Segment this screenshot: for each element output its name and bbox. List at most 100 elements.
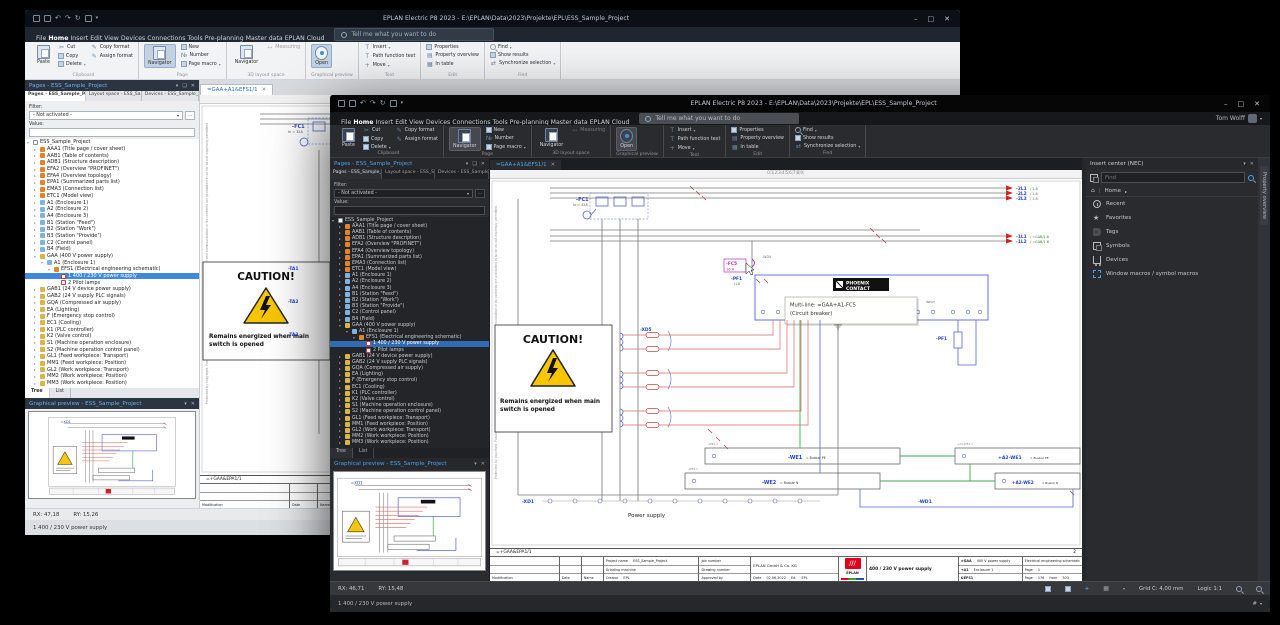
panel-dropdown-icon[interactable]: ▾	[474, 461, 477, 467]
expand-icon[interactable]	[34, 167, 39, 172]
expand-icon[interactable]	[346, 329, 351, 334]
tree-item[interactable]: EFA4 (Overview topology)	[25, 172, 199, 179]
insert-center-item[interactable]: Symbols	[1086, 239, 1258, 253]
tree-item[interactable]: GAA (400 V power supply)	[25, 253, 199, 260]
tree-item[interactable]: ADB1 (Structure description)	[25, 159, 199, 166]
tab-pages[interactable]: Pages - ESS_Sample_P...	[25, 91, 86, 101]
tree-item[interactable]: EC1 (Cooling)	[25, 320, 199, 327]
expand-icon[interactable]	[34, 354, 39, 359]
expand-icon[interactable]	[339, 317, 344, 322]
tree-item[interactable]: K2 (Valve control)	[25, 333, 199, 340]
panel-dropdown-icon[interactable]: ▾	[184, 401, 187, 407]
expand-icon[interactable]	[34, 153, 39, 158]
filter-value-input[interactable]	[29, 128, 195, 137]
tree-item[interactable]: GQA (Compressed air supply)	[25, 300, 199, 307]
tell-me-search[interactable]: Tell me what you want to do	[639, 113, 799, 124]
paste-button[interactable]: Paste	[339, 127, 358, 149]
chevron-down-icon[interactable]: ▾	[1260, 601, 1262, 606]
panel-close-icon[interactable]: ✕	[481, 461, 485, 467]
page-macro-button[interactable]: Page macro▾	[486, 144, 526, 150]
component-fc5-selected[interactable]: -FC5 16 A -WD4	[724, 241, 771, 275]
expand-icon[interactable]	[34, 307, 39, 312]
expand-icon[interactable]	[34, 367, 39, 372]
page-number-button[interactable]: №Number	[486, 135, 526, 142]
grid-toggle-icon[interactable]	[1065, 586, 1071, 592]
expand-icon[interactable]	[339, 242, 344, 247]
zoom-out-icon[interactable]	[1256, 586, 1262, 592]
minimize-button[interactable]: –	[1224, 100, 1228, 108]
tell-me-search[interactable]: Tell me what you want to do	[334, 28, 494, 41]
tree-item[interactable]: MM1 (Feed workpiece: Position)	[25, 360, 199, 367]
expand-icon[interactable]	[339, 385, 344, 390]
expand-icon[interactable]	[339, 422, 344, 427]
expand-icon[interactable]	[27, 140, 32, 145]
open-icon[interactable]	[349, 100, 356, 107]
delete-button[interactable]: Delete▾	[58, 61, 86, 67]
expand-icon[interactable]	[339, 236, 344, 241]
expand-icon[interactable]	[34, 320, 39, 325]
expand-icon[interactable]	[34, 240, 39, 245]
tree-item[interactable]: S2 (Machine operation control panel)	[25, 346, 199, 353]
refresh-icon[interactable]: ↻	[380, 100, 386, 107]
new-icon[interactable]	[33, 15, 40, 22]
tree-item[interactable]: A1 (Enclosure 1)	[25, 259, 199, 266]
layout-navigator-button[interactable]: Navigator	[537, 127, 566, 149]
filter-more-button[interactable]: ...	[475, 189, 485, 198]
text-insert-button[interactable]: TInsert▾	[364, 44, 416, 51]
tree-item[interactable]: A4 (Enclosure 3)	[25, 213, 199, 220]
tree-item[interactable]: A2 (Enclosure 2)	[25, 206, 199, 213]
expand-icon[interactable]	[34, 233, 39, 238]
refresh-icon[interactable]: ↻	[75, 15, 81, 22]
move-button[interactable]: +Move▾	[364, 62, 416, 69]
expand-icon[interactable]	[339, 323, 344, 328]
expand-icon[interactable]	[339, 391, 344, 396]
panel-dropdown-icon[interactable]: ▾	[176, 83, 179, 89]
tab-list[interactable]: List	[353, 448, 374, 458]
tab-layout-space[interactable]: Layout space - ESS_Sa...	[382, 169, 435, 179]
expand-icon[interactable]	[41, 260, 46, 265]
expand-icon[interactable]	[339, 230, 344, 235]
insert-center-item[interactable]: Tags	[1086, 225, 1258, 239]
expand-icon[interactable]	[339, 261, 344, 266]
expand-icon[interactable]	[34, 207, 39, 212]
print-icon[interactable]	[390, 100, 397, 107]
insert-center-item[interactable]: Devices	[1086, 253, 1258, 267]
tree-item[interactable]: EFS1 (Electrical engineering schematic)	[25, 266, 199, 273]
tree-item[interactable]: EPA1 (Summarized parts list)	[25, 179, 199, 186]
expand-icon[interactable]	[34, 334, 39, 339]
tree-item[interactable]: F (Emergency stop control)	[25, 313, 199, 320]
tree-item[interactable]: A1 (Enclosure 1)	[25, 199, 199, 206]
panel-close-icon[interactable]: ✕	[191, 401, 195, 407]
zoom-in-icon[interactable]	[1236, 586, 1242, 592]
expand-icon[interactable]	[339, 249, 344, 254]
expand-icon[interactable]	[339, 366, 344, 371]
copy-format-button[interactable]: ✎Copy format	[396, 127, 438, 134]
expand-icon[interactable]	[34, 381, 39, 386]
tree-item[interactable]: MM3 (Work workpiece: Position)	[330, 440, 489, 446]
tree-item[interactable]: EA (Lighting)	[25, 306, 199, 313]
layout-navigator-button[interactable]: Navigator	[232, 44, 261, 66]
expand-icon[interactable]	[34, 213, 39, 218]
paste-button[interactable]: Paste	[34, 44, 53, 66]
sync-selection-button[interactable]: ⇄Synchronize selection▾	[490, 60, 555, 67]
chevron-down-icon[interactable]: ▾	[1123, 586, 1125, 591]
close-button[interactable]: ✕	[1254, 100, 1260, 108]
expand-icon[interactable]	[34, 187, 39, 192]
expand-icon[interactable]	[34, 220, 39, 225]
maximize-button[interactable]: □	[928, 15, 935, 23]
close-button[interactable]: ✕	[944, 15, 950, 23]
tree-item[interactable]: ESS_Sample_Project	[25, 139, 199, 146]
panel-close-icon[interactable]: ✕	[1250, 161, 1254, 167]
expand-icon[interactable]	[339, 224, 344, 229]
move-button[interactable]: +Move▾	[669, 145, 721, 152]
page-navigator-button[interactable]: Navigator	[144, 44, 175, 68]
expand-icon[interactable]	[34, 314, 39, 319]
expand-icon[interactable]	[353, 335, 358, 340]
expand-icon[interactable]	[48, 267, 53, 272]
page-number-button[interactable]: №Number	[181, 52, 221, 59]
find-button[interactable]: Find▾	[490, 44, 555, 50]
expand-icon[interactable]	[34, 287, 39, 292]
assign-format-button[interactable]: ✎Assign format	[396, 136, 438, 143]
maximize-button[interactable]: □	[1238, 100, 1245, 108]
expand-icon[interactable]	[34, 200, 39, 205]
